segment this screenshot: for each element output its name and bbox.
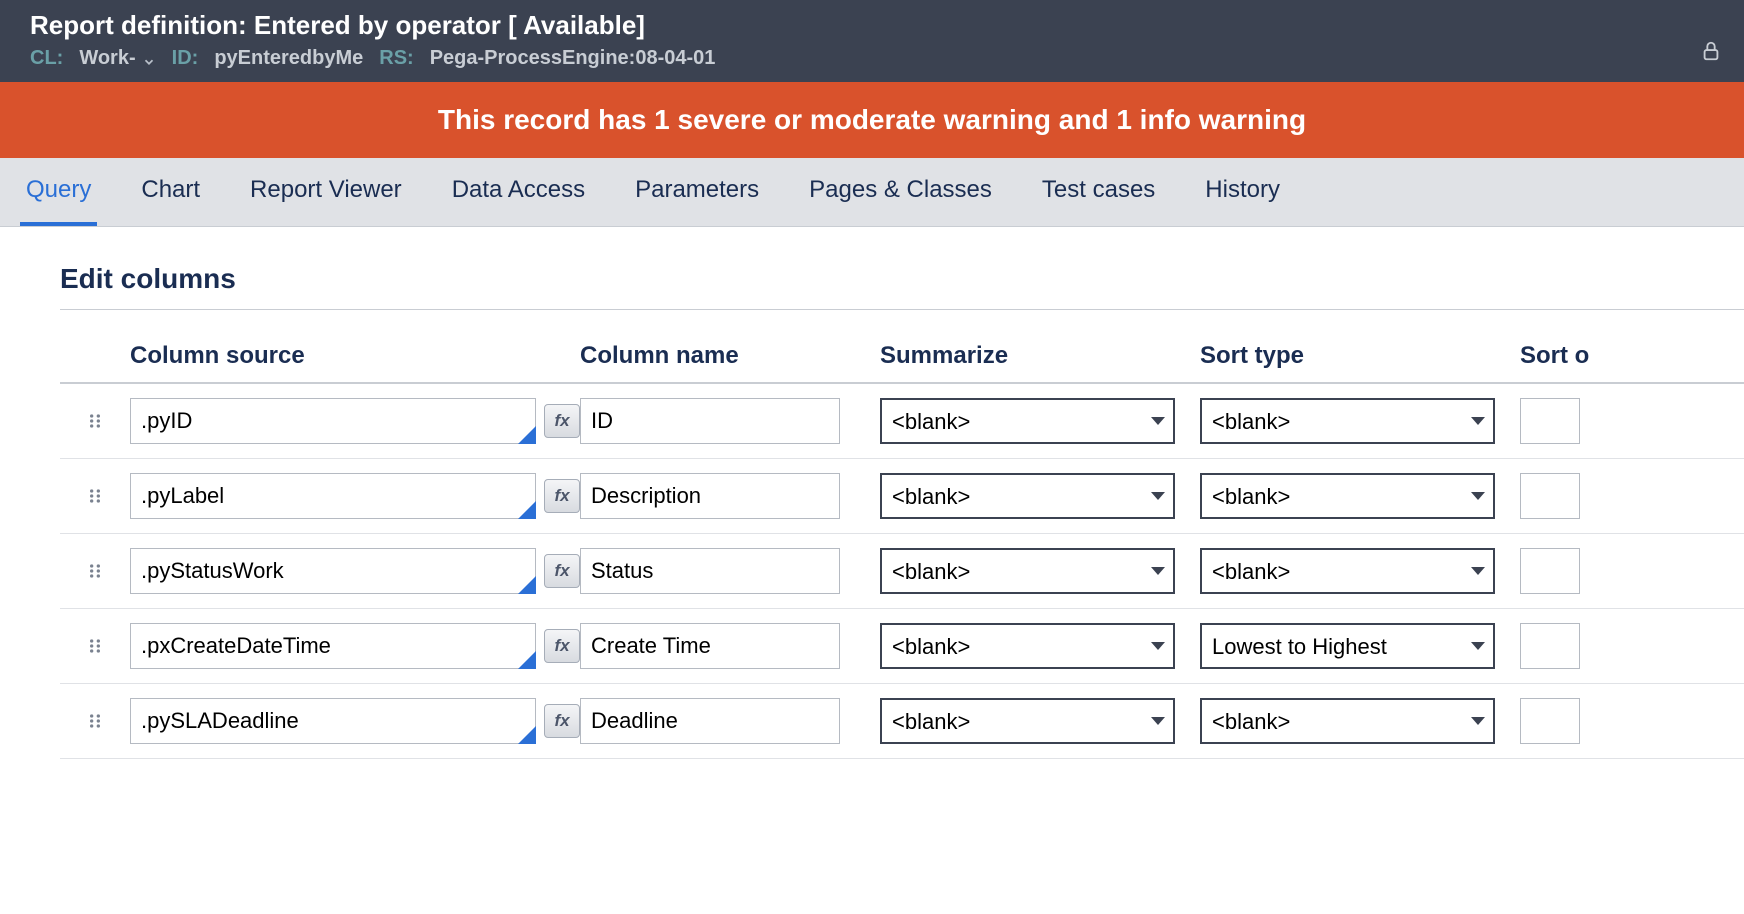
summarize-select[interactable]: <blank>: [880, 623, 1175, 669]
panel-title: Edit columns: [60, 263, 1744, 310]
drag-handle-icon[interactable]: [85, 411, 105, 431]
table-row: fx <blank> Lowest to Highest: [60, 609, 1744, 684]
table-header: Column source Column name Summarize Sort…: [60, 330, 1744, 384]
cl-label: CL:: [30, 47, 63, 70]
cl-value: Work-: [79, 47, 135, 70]
id-label: ID:: [172, 47, 199, 70]
column-source-input[interactable]: [130, 623, 536, 669]
drag-handle-icon[interactable]: [85, 711, 105, 731]
lock-icon[interactable]: [1700, 40, 1722, 62]
tab-report-viewer[interactable]: Report Viewer: [244, 158, 408, 226]
column-name-input[interactable]: [580, 623, 840, 669]
edit-columns-panel: Edit columns Column source Column name S…: [30, 247, 1744, 759]
sort-type-select[interactable]: Lowest to Highest: [1200, 623, 1495, 669]
summarize-select[interactable]: <blank>: [880, 698, 1175, 744]
fx-button[interactable]: fx: [544, 704, 580, 738]
sort-order-input[interactable]: [1520, 623, 1580, 669]
fx-button[interactable]: fx: [544, 404, 580, 438]
column-name-input[interactable]: [580, 548, 840, 594]
sort-order-input[interactable]: [1520, 398, 1580, 444]
tab-parameters[interactable]: Parameters: [629, 158, 765, 226]
title-prefix: Report definition:: [30, 10, 247, 40]
page-title: Report definition: Entered by operator […: [30, 10, 1714, 41]
column-source-input[interactable]: [130, 473, 536, 519]
chevron-down-icon: [142, 52, 156, 66]
rs-value: Pega-ProcessEngine:08-04-01: [430, 47, 716, 70]
table-row: fx <blank> <blank>: [60, 684, 1744, 759]
fx-button[interactable]: fx: [544, 554, 580, 588]
th-column-source: Column source: [130, 342, 580, 370]
sort-type-select[interactable]: <blank>: [1200, 548, 1495, 594]
tab-test-cases[interactable]: Test cases: [1036, 158, 1161, 226]
tab-query[interactable]: Query: [20, 158, 97, 226]
sort-type-select[interactable]: <blank>: [1200, 698, 1495, 744]
column-name-input[interactable]: [580, 473, 840, 519]
table-row: fx <blank> <blank>: [60, 384, 1744, 459]
th-column-name: Column name: [580, 342, 880, 370]
table-row: fx <blank> <blank>: [60, 534, 1744, 609]
drag-handle-icon[interactable]: [85, 636, 105, 656]
column-name-input[interactable]: [580, 698, 840, 744]
tab-chart[interactable]: Chart: [135, 158, 206, 226]
summarize-select[interactable]: <blank>: [880, 548, 1175, 594]
drag-handle-icon[interactable]: [85, 486, 105, 506]
sort-order-input[interactable]: [1520, 548, 1580, 594]
column-source-input[interactable]: [130, 398, 536, 444]
table-row: fx <blank> <blank>: [60, 459, 1744, 534]
fx-button[interactable]: fx: [544, 629, 580, 663]
sort-type-select[interactable]: <blank>: [1200, 473, 1495, 519]
sort-type-select[interactable]: <blank>: [1200, 398, 1495, 444]
warning-banner: This record has 1 severe or moderate war…: [0, 82, 1744, 158]
sort-order-input[interactable]: [1520, 473, 1580, 519]
summarize-select[interactable]: <blank>: [880, 473, 1175, 519]
sort-order-input[interactable]: [1520, 698, 1580, 744]
column-source-input[interactable]: [130, 548, 536, 594]
tab-history[interactable]: History: [1199, 158, 1286, 226]
warning-text: This record has 1 severe or moderate war…: [438, 104, 1306, 135]
id-value: pyEnteredbyMe: [214, 47, 363, 70]
header-meta: CL: Work- ID: pyEnteredbyMe RS: Pega-Pro…: [30, 47, 1714, 70]
header: Report definition: Entered by operator […: [0, 0, 1744, 82]
th-sort-order: Sort o: [1520, 342, 1620, 370]
edit-columns-table: Column source Column name Summarize Sort…: [60, 330, 1744, 759]
rs-label: RS:: [379, 47, 413, 70]
tabs: Query Chart Report Viewer Data Access Pa…: [0, 158, 1744, 227]
drag-handle-icon[interactable]: [85, 561, 105, 581]
column-name-input[interactable]: [580, 398, 840, 444]
fx-button[interactable]: fx: [544, 479, 580, 513]
title-name: Entered by operator: [254, 10, 501, 40]
cl-dropdown[interactable]: Work-: [79, 47, 155, 70]
th-summarize: Summarize: [880, 342, 1200, 370]
title-status: [ Available]: [508, 10, 645, 40]
tab-pages-classes[interactable]: Pages & Classes: [803, 158, 998, 226]
tab-data-access[interactable]: Data Access: [446, 158, 591, 226]
th-sort-type: Sort type: [1200, 342, 1520, 370]
summarize-select[interactable]: <blank>: [880, 398, 1175, 444]
column-source-input[interactable]: [130, 698, 536, 744]
